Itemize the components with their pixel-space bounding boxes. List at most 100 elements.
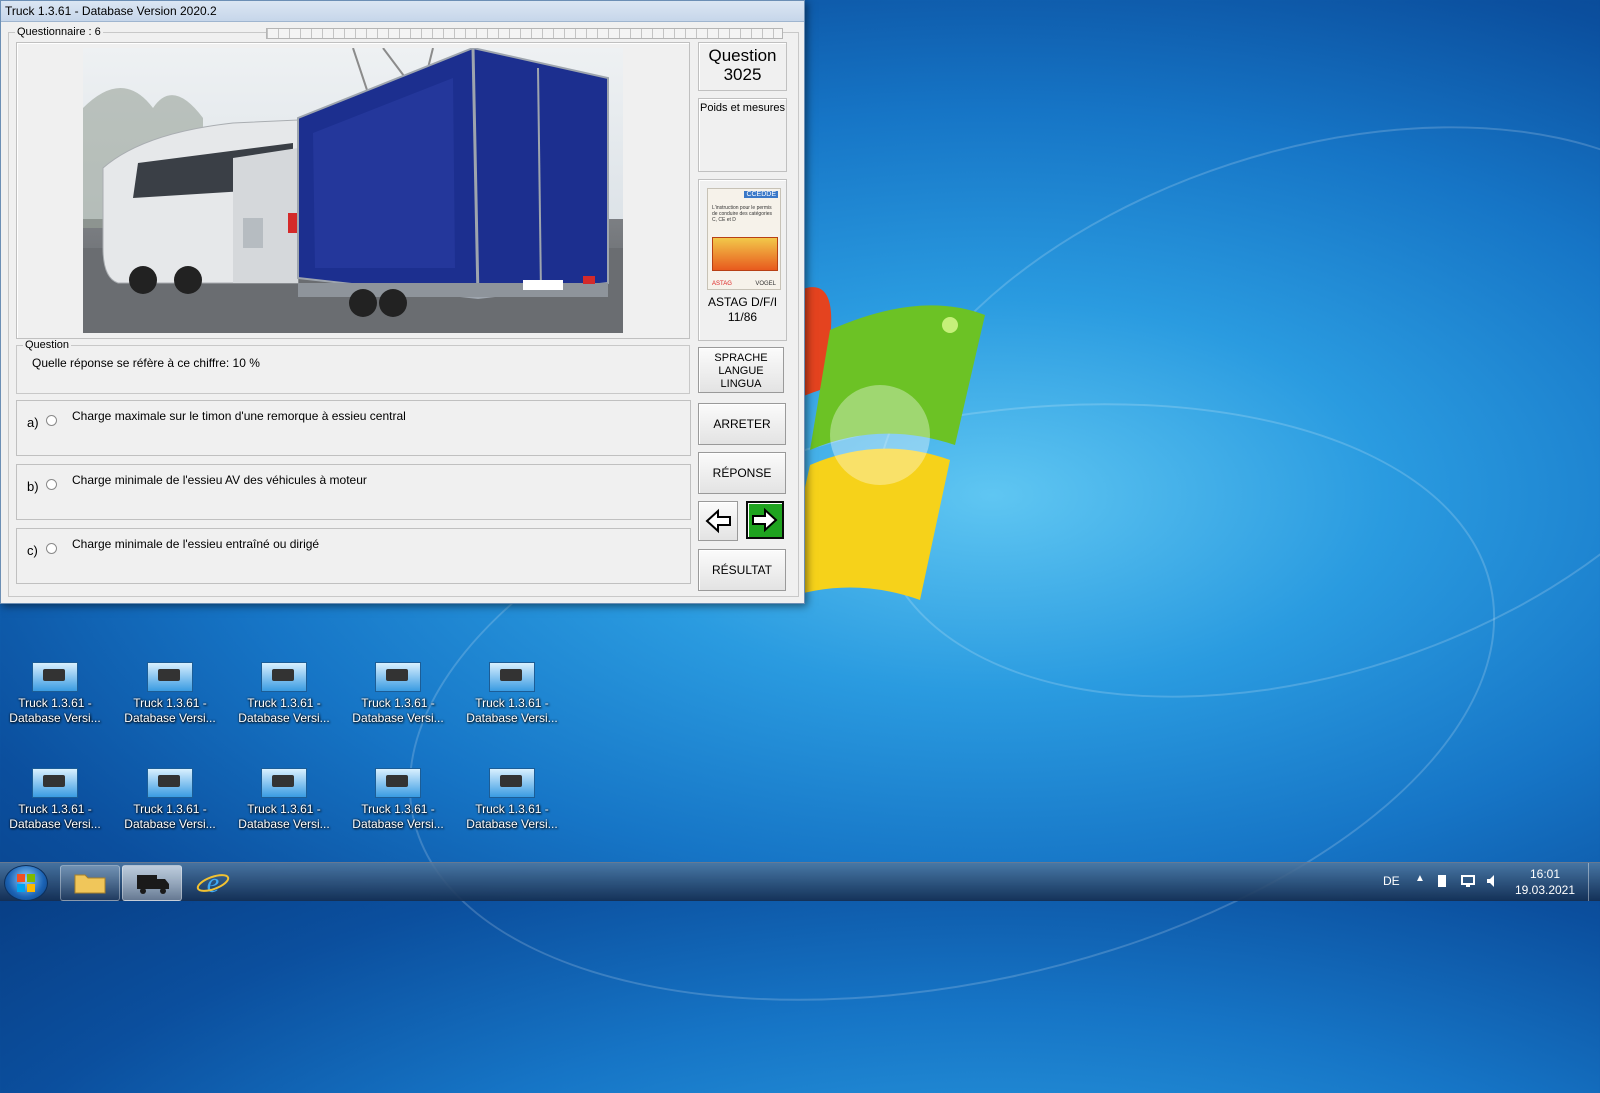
answer-c[interactable]: c) Charge minimale de l'essieu entraîné … bbox=[16, 528, 691, 584]
app-window: Truck 1.3.61 - Database Version 2020.2 Q… bbox=[0, 0, 805, 604]
question-header: Question bbox=[708, 46, 777, 65]
desktop-shortcut-truck[interactable]: Truck 1.3.61 - Database Versi... bbox=[229, 662, 339, 726]
question-group-label: Question bbox=[23, 339, 72, 351]
answer-c-letter: c) bbox=[27, 543, 38, 558]
desktop-shortcut-truck[interactable]: Truck 1.3.61 - Database Versi... bbox=[343, 768, 453, 832]
question-number-box: Question 3025 bbox=[698, 42, 787, 91]
answer-a-radio[interactable] bbox=[46, 415, 57, 426]
book-cover-bus-picture bbox=[712, 237, 778, 271]
book-reference: ASTAG D/F/I 11/86 bbox=[699, 295, 786, 325]
book-reference-line1: ASTAG D/F/I bbox=[707, 295, 778, 309]
windows-logo-wallpaper bbox=[780, 287, 985, 600]
desktop-shortcut-truck[interactable]: Truck 1.3.61 - Database Versi... bbox=[457, 768, 567, 832]
clock[interactable]: 16:01 19.03.2021 bbox=[1510, 866, 1580, 898]
desktop-shortcut-truck[interactable]: Truck 1.3.61 - Database Versi... bbox=[0, 662, 110, 726]
taskbar: e DE ▲ 16:01 19.03.2021 bbox=[0, 862, 1600, 901]
next-button[interactable] bbox=[746, 501, 784, 539]
truck-shortcut-icon bbox=[375, 768, 421, 798]
desktop-shortcut-label: Truck 1.3.61 - bbox=[133, 696, 207, 710]
desktop-shortcut-label: Database Versi... bbox=[352, 711, 444, 725]
truck-icon bbox=[137, 875, 169, 894]
questionnaire-label: Questionnaire : 6 bbox=[15, 26, 103, 38]
show-hidden-icons-icon[interactable]: ▲ bbox=[1415, 873, 1425, 884]
desktop-shortcut-label: Truck 1.3.61 - bbox=[18, 802, 92, 816]
question-group: Quelle réponse se réfère à ce chiffre: 1… bbox=[16, 345, 690, 394]
taskbar-explorer-button[interactable] bbox=[60, 865, 120, 901]
truck-shortcut-icon bbox=[147, 662, 193, 692]
questionnaire-progress bbox=[266, 28, 783, 39]
start-button[interactable] bbox=[4, 865, 48, 901]
keyboard-language-indicator[interactable]: DE bbox=[1383, 874, 1400, 888]
taskbar-truck-app-button[interactable] bbox=[122, 865, 182, 901]
desktop-shortcut-label: Truck 1.3.61 - bbox=[361, 802, 435, 816]
volume-icon[interactable] bbox=[1485, 873, 1501, 892]
question-category: Poids et mesures bbox=[700, 102, 785, 114]
book-reference-line2: 11/86 bbox=[727, 310, 758, 324]
language-label-fr: LANGUE bbox=[718, 365, 764, 377]
answer-b-letter: b) bbox=[27, 479, 39, 494]
show-desktop-button[interactable] bbox=[1588, 863, 1600, 901]
desktop-shortcut-label: Truck 1.3.61 - bbox=[247, 696, 321, 710]
desktop-shortcut-truck[interactable]: Truck 1.3.61 - Database Versi... bbox=[457, 662, 567, 726]
book-cover-brand-right: VOGEL bbox=[755, 281, 776, 287]
truck-shortcut-icon bbox=[261, 768, 307, 798]
desktop-shortcut-label: Database Versi... bbox=[352, 817, 444, 831]
answer-a-text: Charge maximale sur le timon d'une remor… bbox=[72, 409, 406, 423]
desktop-shortcut-label: Truck 1.3.61 - bbox=[475, 696, 549, 710]
desktop-shortcut-label: Database Versi... bbox=[238, 817, 330, 831]
previous-button[interactable] bbox=[698, 501, 738, 541]
answer-a[interactable]: a) Charge maximale sur le timon d'une re… bbox=[16, 400, 691, 456]
desktop-shortcut-label: Database Versi... bbox=[9, 817, 101, 831]
answer-a-letter: a) bbox=[27, 415, 39, 430]
truck-shortcut-icon bbox=[32, 662, 78, 692]
book-cover-brand-left: ASTAG bbox=[712, 281, 732, 287]
book-cover-text: L'instruction pour le permis de conduire… bbox=[712, 205, 773, 223]
stop-button[interactable]: ARRETER bbox=[698, 403, 786, 445]
language-label-it: LINGUA bbox=[720, 378, 762, 390]
answer-b-radio[interactable] bbox=[46, 479, 57, 490]
desktop-shortcut-truck[interactable]: Truck 1.3.61 - Database Versi... bbox=[0, 768, 110, 832]
usb-icon[interactable] bbox=[1435, 873, 1449, 892]
internet-explorer-icon: e bbox=[196, 868, 230, 899]
desktop-shortcut-truck[interactable]: Truck 1.3.61 - Database Versi... bbox=[115, 662, 225, 726]
category-box: Poids et mesures bbox=[698, 98, 787, 172]
desktop-shortcut-label: Database Versi... bbox=[238, 711, 330, 725]
desktop-shortcut-label: Truck 1.3.61 - bbox=[475, 802, 549, 816]
arrow-right-icon bbox=[752, 507, 778, 533]
desktop-icon-grid: Database Versi... Database Versi... Databa… bbox=[0, 572, 580, 850]
taskbar-ie-button[interactable]: e bbox=[184, 865, 242, 899]
answer-b[interactable]: b) Charge minimale de l'essieu AV des vé… bbox=[16, 464, 691, 520]
book-cover: CCEDDE L'instruction pour le permis de c… bbox=[707, 188, 781, 290]
book-reference-box: CCEDDE L'instruction pour le permis de c… bbox=[698, 179, 787, 341]
language-button[interactable]: SPRACHE LANGUE LINGUA bbox=[698, 347, 784, 393]
desktop-shortcut-truck[interactable]: Truck 1.3.61 - Database Versi... bbox=[229, 768, 339, 832]
desktop-shortcut-label: Database Versi... bbox=[466, 817, 558, 831]
truck-shortcut-icon bbox=[147, 768, 193, 798]
book-cover-badge: CCEDDE bbox=[744, 191, 778, 198]
svg-text:e: e bbox=[207, 868, 219, 899]
network-icon[interactable] bbox=[1460, 873, 1476, 892]
desktop-shortcut-label: Database Versi... bbox=[466, 711, 558, 725]
question-text: Quelle réponse se réfère à ce chiffre: 1… bbox=[32, 356, 260, 370]
language-label-de: SPRACHE bbox=[714, 352, 768, 364]
truck-shortcut-icon bbox=[375, 662, 421, 692]
desktop-shortcut-label: Database Versi... bbox=[124, 817, 216, 831]
bus-and-trailer-image bbox=[83, 48, 623, 333]
desktop-shortcut-truck[interactable]: Truck 1.3.61 - Database Versi... bbox=[115, 768, 225, 832]
truck-shortcut-icon bbox=[32, 768, 78, 798]
desktop-shortcut-label: Truck 1.3.61 - bbox=[361, 696, 435, 710]
answer-c-radio[interactable] bbox=[46, 543, 57, 554]
result-button[interactable]: RÉSULTAT bbox=[698, 549, 786, 591]
desktop-shortcut-label: Truck 1.3.61 - bbox=[247, 802, 321, 816]
answer-button[interactable]: RÉPONSE bbox=[698, 452, 786, 494]
folder-icon bbox=[74, 874, 106, 894]
desktop-shortcut-label: Truck 1.3.61 - bbox=[133, 802, 207, 816]
question-photo bbox=[83, 48, 623, 333]
truck-shortcut-icon bbox=[261, 662, 307, 692]
windows-start-icon bbox=[17, 874, 35, 892]
clock-date: 19.03.2021 bbox=[1514, 883, 1576, 897]
clock-time: 16:01 bbox=[1529, 867, 1561, 881]
truck-shortcut-icon bbox=[489, 662, 535, 692]
desktop-shortcut-truck[interactable]: Truck 1.3.61 - Database Versi... bbox=[343, 662, 453, 726]
desktop-shortcut-label: Database Versi... bbox=[124, 711, 216, 725]
